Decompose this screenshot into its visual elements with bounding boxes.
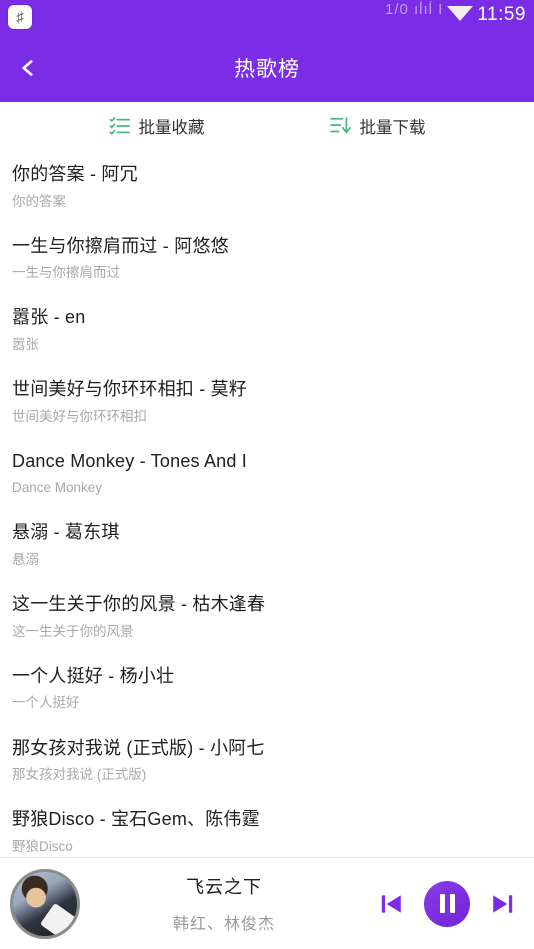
song-subtitle: 野狼Disco [12, 838, 73, 854]
now-playing-title: 飞云之下 [186, 877, 262, 897]
list-item[interactable]: 世间美好与你环环相扣 - 莫籽 世间美好与你环环相扣 [0, 365, 534, 437]
song-subtitle: 一个人挺好 [12, 695, 80, 711]
pause-bar-right [449, 894, 455, 913]
music-note-icon: ♯ [8, 5, 32, 29]
song-subtitle: Dance Monkey [12, 480, 103, 496]
player-controls [378, 880, 516, 927]
status-bar-clock: 11:59 [477, 4, 526, 25]
download-arrow-icon [447, 5, 474, 21]
list-download-icon [329, 116, 351, 134]
now-playing-info[interactable]: 飞云之下 韩红、林俊杰 [80, 873, 378, 934]
song-subtitle: 你的答案 [12, 193, 66, 209]
music-chart-screen: ♯ 1/0 ıl̇ıl̇ Ӏ 11:59 热歌榜 批量收藏 批量下载 你的答案 … [0, 0, 534, 949]
list-item[interactable]: 那女孩对我说 (正式版) - 小阿七 那女孩对我说 (正式版) [0, 724, 534, 796]
song-subtitle: 嚣张 [12, 336, 39, 352]
skip-next-icon [493, 894, 513, 913]
status-bar: ♯ 1/0 ıl̇ıl̇ Ӏ 11:59 [0, 0, 534, 34]
song-subtitle: 那女孩对我说 (正式版) [12, 767, 147, 782]
song-title: 嚣张 - en [12, 307, 86, 328]
next-button[interactable] [490, 891, 516, 917]
play-pause-button[interactable] [424, 880, 470, 927]
batch-collect-label: 批量收藏 [138, 119, 205, 137]
song-title: 野狼Disco - 宝石Gem、陈伟霆 [12, 809, 260, 830]
status-bar-right: 1/0 ıl̇ıl̇ Ӏ 11:59 [385, 0, 526, 26]
song-title: 悬溺 - 葛东琪 [12, 522, 120, 543]
list-item[interactable]: Dance Monkey - Tones And I Dance Monkey [0, 437, 534, 509]
song-title: 一个人挺好 - 杨小壮 [12, 665, 175, 686]
chevron-left-icon [22, 60, 33, 76]
song-title: 这一生关于你的风景 - 枯木逢春 [12, 594, 266, 615]
batch-action-toolbar: 批量收藏 批量下载 [0, 102, 534, 150]
song-subtitle: 这一生关于你的风景 [12, 623, 134, 639]
list-item[interactable]: 一生与你擦肩而过 - 阿悠悠 一生与你擦肩而过 [0, 222, 534, 294]
list-item[interactable]: 这一生关于你的风景 - 枯木逢春 这一生关于你的风景 [0, 580, 534, 652]
page-title: 热歌榜 [234, 58, 300, 81]
list-item[interactable]: 野狼Disco - 宝石Gem、陈伟霆 野狼Disco [0, 795, 534, 857]
now-playing-artist: 韩红、林俊杰 [172, 916, 275, 933]
song-title: 一生与你擦肩而过 - 阿悠悠 [12, 235, 229, 256]
song-subtitle: 一生与你擦肩而过 [12, 265, 120, 281]
song-title: 那女孩对我说 (正式版) - 小阿七 [12, 737, 265, 758]
album-art-avatar[interactable] [10, 868, 80, 939]
list-item[interactable]: 一个人挺好 - 杨小壮 一个人挺好 [0, 652, 534, 724]
song-subtitle: 悬溺 [12, 551, 39, 567]
song-subtitle: 世间美好与你环环相扣 [12, 408, 147, 424]
song-list[interactable]: 你的答案 - 阿冗 你的答案 一生与你擦肩而过 - 阿悠悠 一生与你擦肩而过 嚣… [0, 150, 534, 857]
song-title: 世间美好与你环环相扣 - 莫籽 [12, 379, 247, 400]
list-item[interactable]: 你的答案 - 阿冗 你的答案 [0, 150, 534, 222]
checklist-icon [109, 116, 130, 135]
pause-bar-left [439, 894, 445, 913]
song-title: Dance Monkey - Tones And I [12, 450, 247, 471]
song-title: 你的答案 - 阿冗 [12, 164, 138, 184]
batch-download-label: 批量下载 [359, 119, 426, 137]
mini-player-bar: 飞云之下 韩红、林俊杰 [0, 857, 534, 949]
app-header: 热歌榜 [0, 34, 534, 102]
skip-previous-icon [381, 894, 401, 913]
batch-download-button[interactable]: 批量下载 [323, 110, 432, 142]
previous-button[interactable] [378, 891, 404, 917]
list-item[interactable]: 嚣张 - en 嚣张 [0, 293, 534, 365]
batch-collect-button[interactable]: 批量收藏 [103, 110, 211, 142]
back-button[interactable] [0, 34, 56, 102]
list-item[interactable]: 悬溺 - 葛东琪 悬溺 [0, 508, 534, 580]
system-status-icons: 1/0 ıl̇ıl̇ Ӏ [385, 0, 444, 18]
